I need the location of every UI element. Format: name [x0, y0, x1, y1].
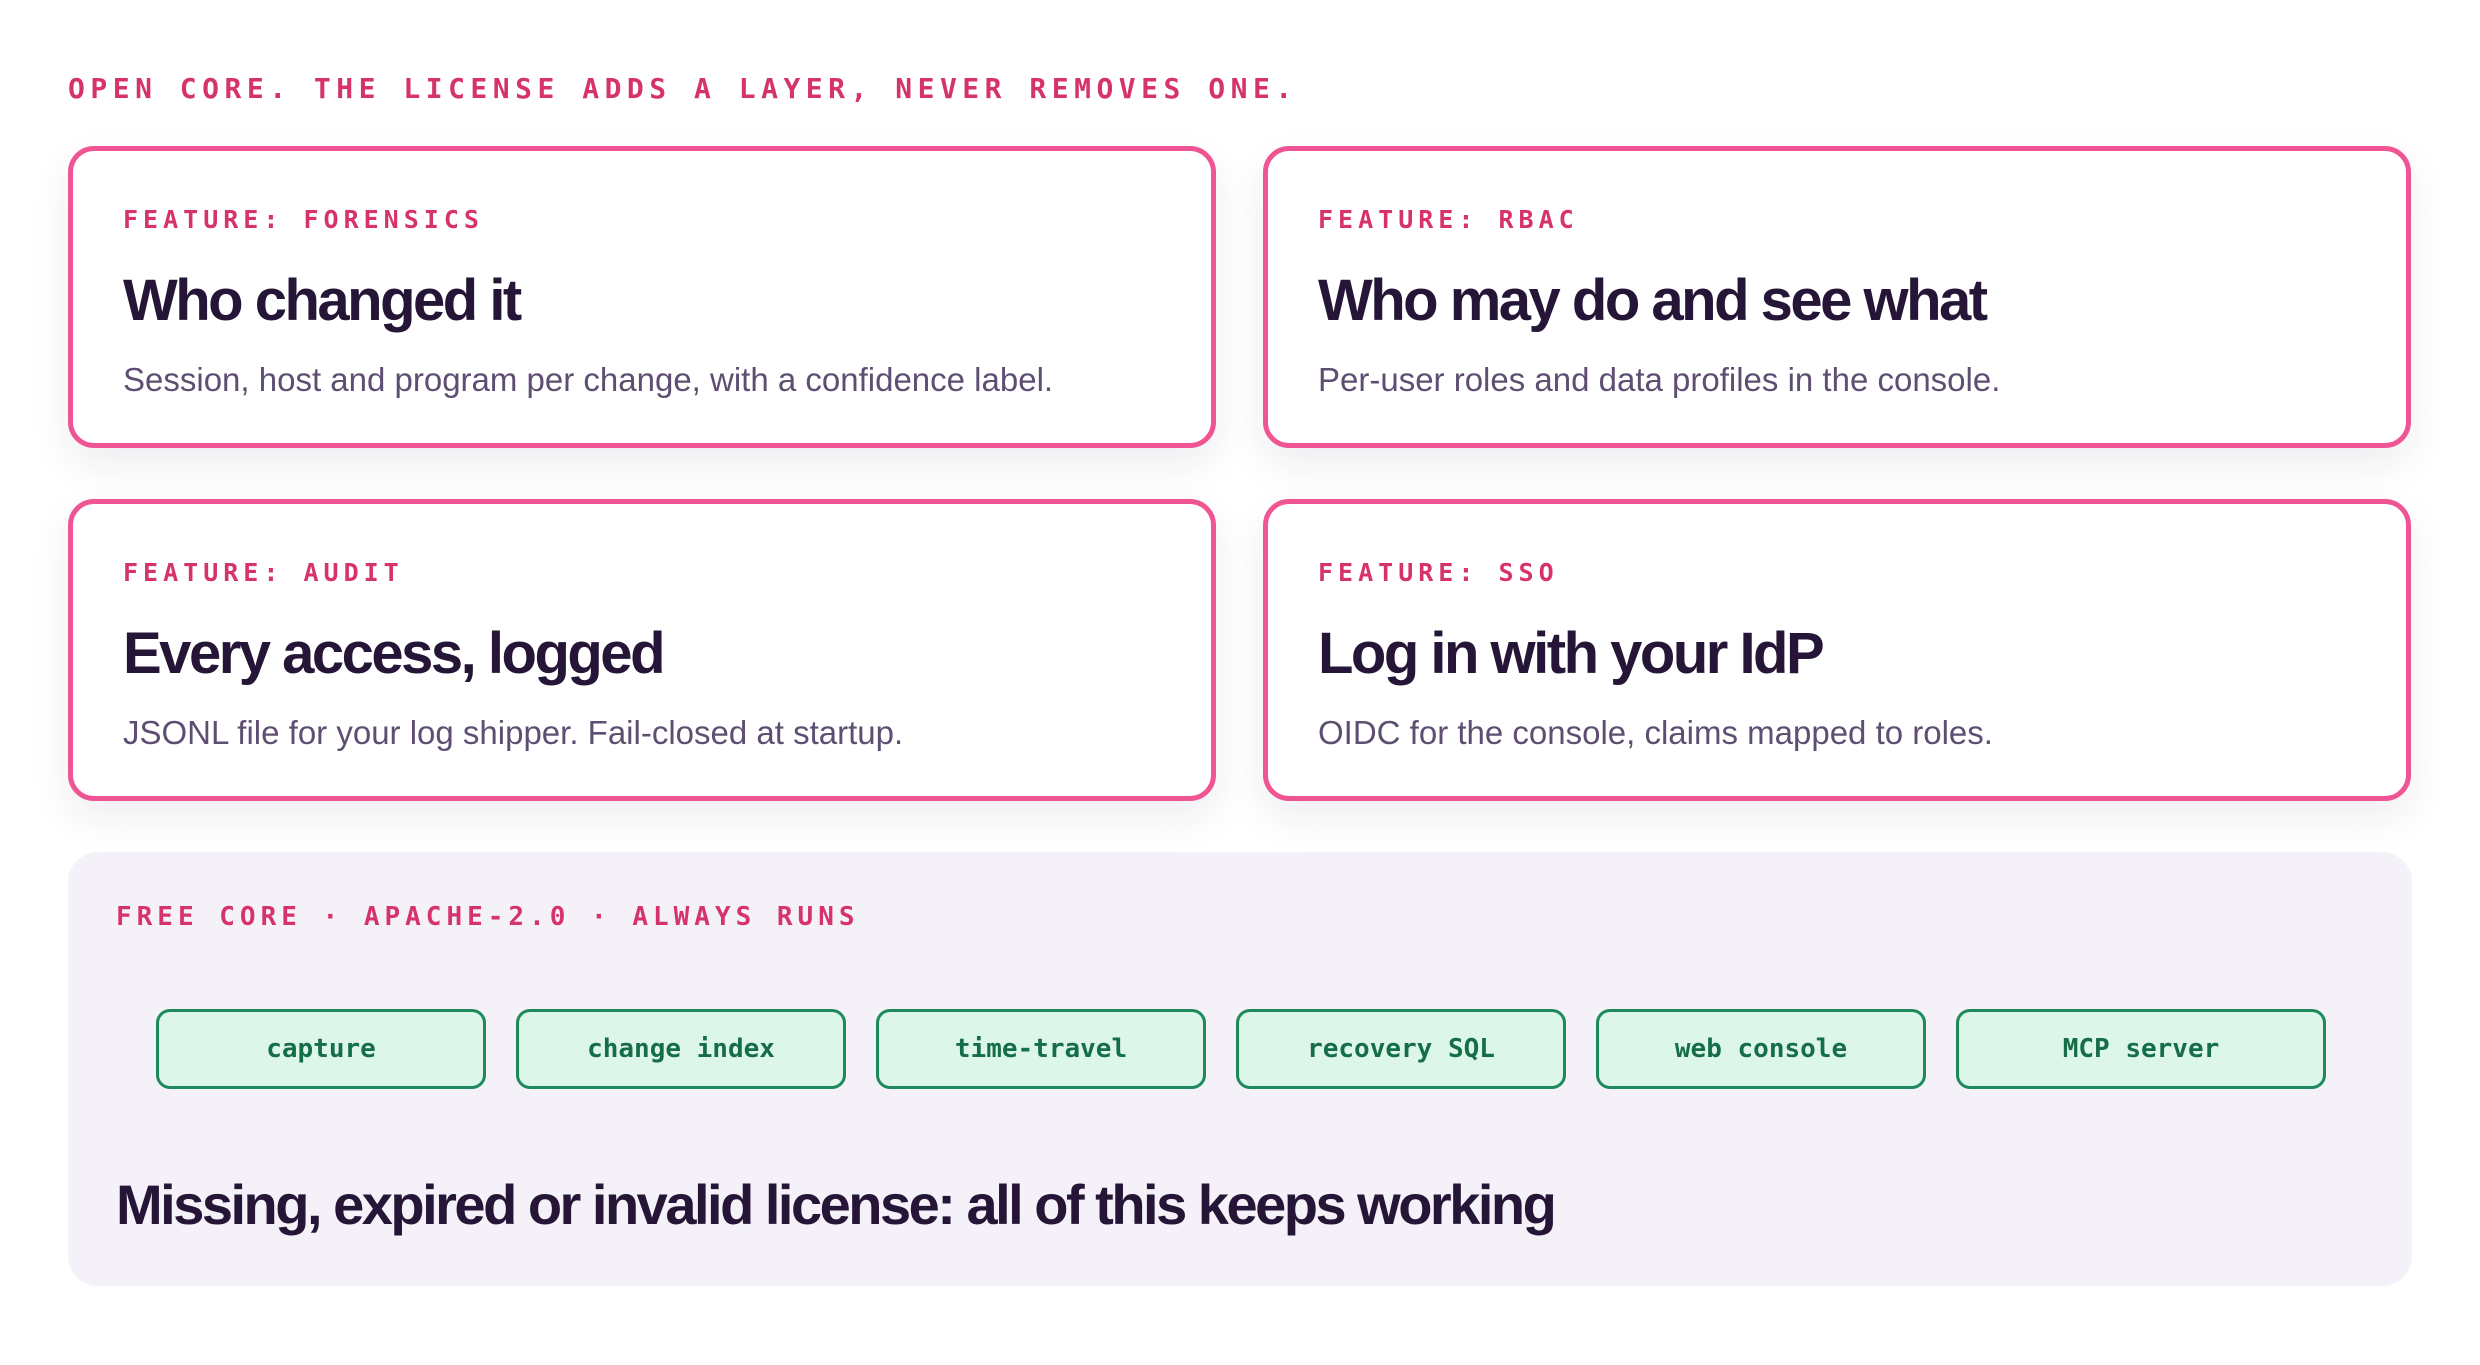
feature-description: JSONL file for your log shipper. Fail-cl… — [123, 714, 904, 751]
free-core-panel: FREE CORE · APACHE-2.0 · ALWAYS RUNS cap… — [68, 852, 2412, 1286]
feature-title: Who may do and see what — [1318, 268, 1988, 333]
feature-description: OIDC for the console, claims mapped to r… — [1318, 714, 1993, 751]
chip-capture[interactable]: capture — [156, 1009, 486, 1089]
feature-description: Session, host and program per change, wi… — [123, 361, 1054, 398]
chip-time-travel[interactable]: time-travel — [876, 1009, 1206, 1089]
feature-description: Per-user roles and data profiles in the … — [1318, 361, 2001, 398]
chip-mcp-server[interactable]: MCP server — [1956, 1009, 2326, 1089]
feature-label: FEATURE: AUDIT — [123, 558, 404, 587]
feature-card-sso: FEATURE: SSO Log in with your IdP OIDC f… — [1263, 499, 2411, 801]
chip-recovery-sql[interactable]: recovery SQL — [1236, 1009, 1566, 1089]
feature-title: Log in with your IdP — [1318, 621, 1825, 686]
feature-card-rbac: FEATURE: RBAC Who may do and see what Pe… — [1263, 146, 2411, 448]
feature-title: Who changed it — [123, 268, 522, 333]
feature-title: Every access, logged — [123, 621, 666, 686]
license-fallback-note: Missing, expired or invalid license: all… — [116, 1173, 1557, 1236]
open-core-tagline: OPEN CORE. THE LICENSE ADDS A LAYER, NEV… — [68, 72, 1298, 105]
chip-web-console[interactable]: web console — [1596, 1009, 1926, 1089]
feature-card-audit: FEATURE: AUDIT Every access, logged JSON… — [68, 499, 1216, 801]
free-core-label: FREE CORE · APACHE-2.0 · ALWAYS RUNS — [116, 902, 860, 932]
feature-label: FEATURE: RBAC — [1318, 205, 1579, 234]
feature-card-forensics: FEATURE: FORENSICS Who changed it Sessio… — [68, 146, 1216, 448]
feature-label: FEATURE: SSO — [1318, 558, 1559, 587]
feature-label: FEATURE: FORENSICS — [123, 205, 484, 234]
chip-change-index[interactable]: change index — [516, 1009, 846, 1089]
